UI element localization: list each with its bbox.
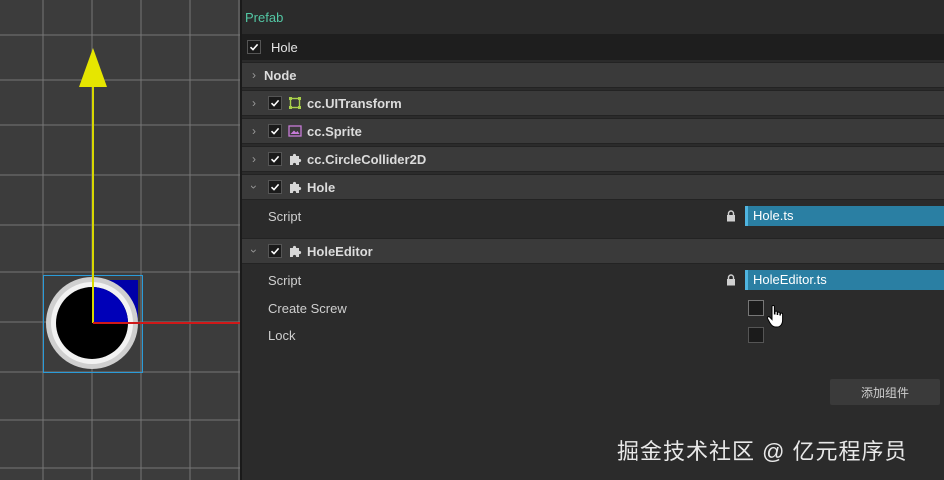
property-label: Lock <box>268 327 296 343</box>
lock-checkbox[interactable] <box>748 327 764 343</box>
lock-icon <box>727 210 735 222</box>
component-title: cc.Sprite <box>307 123 362 139</box>
node-section-header[interactable]: › Node <box>242 62 944 88</box>
check-icon <box>249 43 259 51</box>
create-screw-checkbox[interactable] <box>748 300 764 316</box>
lock-icon <box>727 274 735 286</box>
chevron-down-icon[interactable]: › <box>247 177 261 197</box>
property-label: Script <box>268 272 302 288</box>
prefab-label[interactable]: Prefab <box>245 10 283 25</box>
node-name-row: Hole <box>242 34 944 60</box>
component-enabled-checkbox[interactable] <box>268 244 282 258</box>
script-asset-field[interactable]: Hole.ts <box>745 206 944 226</box>
chevron-right-icon[interactable]: › <box>244 124 264 138</box>
component-header-sprite[interactable]: › cc.Sprite <box>242 118 944 144</box>
scene-canvas[interactable] <box>0 0 240 480</box>
component-enabled-checkbox[interactable] <box>268 180 282 194</box>
transform-icon <box>288 96 302 110</box>
hand-cursor-icon <box>766 305 784 328</box>
property-row-create-screw: Create Screw <box>242 295 944 321</box>
sprite-icon <box>288 124 302 138</box>
node-active-checkbox[interactable] <box>247 40 261 54</box>
scene-grid <box>0 0 240 480</box>
component-title: cc.CircleCollider2D <box>307 151 427 167</box>
node-section-title: Node <box>264 67 297 83</box>
component-header-circlecollider2d[interactable]: › cc.CircleCollider2D <box>242 146 944 172</box>
chevron-right-icon[interactable]: › <box>244 96 264 110</box>
chevron-down-icon[interactable]: › <box>247 241 261 261</box>
property-label: Script <box>268 208 302 224</box>
chevron-right-icon[interactable]: › <box>244 152 264 166</box>
check-icon <box>270 183 280 191</box>
component-enabled-checkbox[interactable] <box>268 152 282 166</box>
component-header-uitransform[interactable]: › cc.UITransform <box>242 90 944 116</box>
component-header-hole[interactable]: › Hole <box>242 174 944 200</box>
inspector-panel: Prefab Hole › Node › cc.UITransform › cc… <box>242 0 944 480</box>
component-header-holeeditor[interactable]: › HoleEditor <box>242 238 944 264</box>
puzzle-icon <box>288 152 302 166</box>
node-name-field[interactable]: Hole <box>271 40 298 55</box>
add-component-button[interactable]: 添加组件 <box>830 379 940 405</box>
property-row-script: Script Hole.ts <box>242 203 944 229</box>
property-row-script: Script HoleEditor.ts <box>242 267 944 293</box>
script-asset-field[interactable]: HoleEditor.ts <box>745 270 944 290</box>
puzzle-icon <box>288 244 302 258</box>
component-enabled-checkbox[interactable] <box>268 96 282 110</box>
component-title: Hole <box>307 179 336 195</box>
watermark-text: 掘金技术社区 @ 亿元程序员 <box>617 439 908 464</box>
check-icon <box>270 247 280 255</box>
component-title: HoleEditor <box>307 243 373 259</box>
property-row-lock: Lock <box>242 322 944 348</box>
puzzle-icon <box>288 180 302 194</box>
property-label: Create Screw <box>268 300 347 316</box>
scene-viewport[interactable] <box>0 0 240 480</box>
check-icon <box>270 127 280 135</box>
check-icon <box>270 99 280 107</box>
chevron-right-icon[interactable]: › <box>244 68 264 82</box>
component-enabled-checkbox[interactable] <box>268 124 282 138</box>
check-icon <box>270 155 280 163</box>
gizmo-y-arrow-icon <box>79 48 107 87</box>
component-title: cc.UITransform <box>307 95 402 111</box>
